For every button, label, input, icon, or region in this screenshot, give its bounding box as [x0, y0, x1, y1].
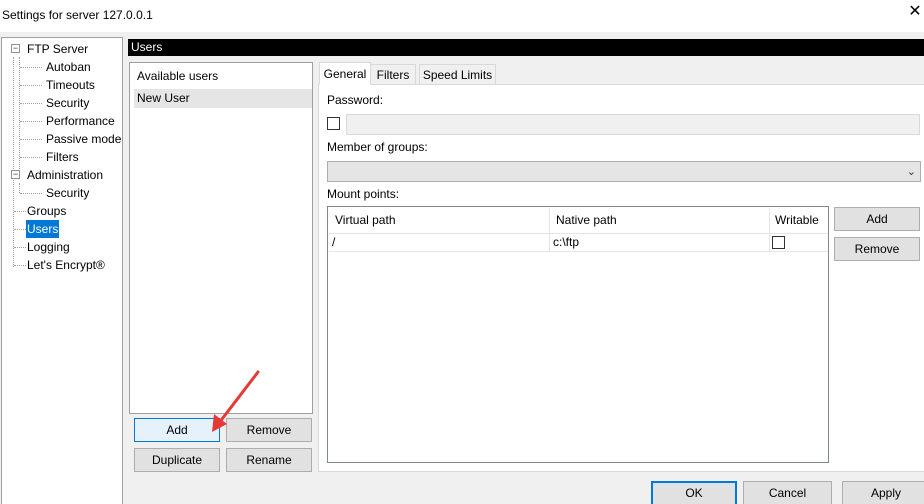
tree-connector	[14, 229, 26, 230]
tree-connector	[20, 193, 42, 194]
checkbox-icon[interactable]	[772, 236, 785, 249]
tree-connector	[20, 157, 42, 158]
users-list-header: Available users	[137, 69, 219, 83]
ok-button[interactable]: OK	[651, 481, 737, 504]
tree-item-lets-encrypt[interactable]: Let's Encrypt®	[26, 256, 106, 274]
remove-mount-button[interactable]: Remove	[834, 237, 920, 261]
tree-item-security[interactable]: Security	[45, 94, 90, 112]
add-user-button[interactable]: Add	[134, 418, 220, 442]
tree-item-timeouts[interactable]: Timeouts	[45, 76, 96, 94]
settings-tree: − FTP Server Autoban Timeouts Security P…	[1, 37, 123, 504]
groups-label: Member of groups:	[327, 140, 428, 154]
mount-points-table: Virtual path Native path Writable / c:\f…	[327, 206, 829, 463]
tree-connector	[20, 67, 42, 68]
remove-user-button[interactable]: Remove	[226, 418, 312, 442]
duplicate-user-button[interactable]: Duplicate	[134, 448, 220, 472]
add-mount-button[interactable]: Add	[834, 207, 920, 231]
tree-item-performance[interactable]: Performance	[45, 112, 116, 130]
cancel-button[interactable]: Cancel	[743, 481, 832, 504]
tree-connector	[19, 183, 20, 193]
tree-connector	[20, 139, 42, 140]
tree-connector	[20, 85, 42, 86]
tree-connector	[14, 211, 26, 212]
column-header-virtual-path[interactable]: Virtual path	[329, 208, 550, 234]
groups-dropdown[interactable]: ⌄	[327, 161, 921, 182]
chevron-down-icon: ⌄	[906, 166, 916, 178]
tab-general[interactable]: General	[319, 62, 371, 85]
tree-connector	[14, 247, 26, 248]
tab-speed-limits[interactable]: Speed Limits	[419, 64, 496, 85]
checkbox-icon[interactable]	[327, 117, 340, 130]
window-title: Settings for server 127.0.0.1	[2, 8, 153, 22]
password-label: Password:	[327, 93, 384, 107]
tree-connector	[20, 121, 42, 122]
mount-writable-cell	[770, 234, 828, 252]
tree-item-groups[interactable]: Groups	[26, 202, 67, 220]
tree-item-autoban[interactable]: Autoban	[45, 58, 92, 76]
tree-item-admin-security[interactable]: Security	[45, 184, 90, 202]
mount-points-label: Mount points:	[327, 187, 400, 201]
tree-connector	[13, 57, 14, 267]
collapse-icon[interactable]: −	[11, 44, 20, 53]
tree-item-administration[interactable]: Administration	[26, 166, 104, 184]
column-header-native-path[interactable]: Native path	[550, 208, 770, 234]
tree-item-users[interactable]: Users	[26, 220, 60, 238]
tree-item-logging[interactable]: Logging	[26, 238, 71, 256]
mount-virtual-path[interactable]: /	[329, 234, 550, 252]
column-header-writable[interactable]: Writable	[770, 208, 828, 234]
tree-item-ftp-server[interactable]: FTP Server	[26, 40, 89, 58]
mount-native-path[interactable]: c:\ftp	[550, 234, 770, 252]
rename-user-button[interactable]: Rename	[226, 448, 312, 472]
section-header: Users	[128, 39, 924, 56]
close-icon[interactable]: ✕	[908, 4, 922, 20]
tree-item-filters[interactable]: Filters	[45, 148, 80, 166]
tree-connector	[20, 103, 42, 104]
title-bar: Settings for server 127.0.0.1 ✕	[0, 0, 924, 32]
tree-connector	[14, 265, 26, 266]
apply-button[interactable]: Apply	[842, 481, 924, 504]
tab-filters[interactable]: Filters	[370, 64, 416, 85]
tree-item-passive-mode[interactable]: Passive mode	[45, 130, 122, 148]
collapse-icon[interactable]: −	[11, 170, 20, 179]
user-list-item[interactable]: New User	[134, 89, 312, 108]
users-list: Available users New User	[129, 62, 313, 414]
password-field[interactable]	[346, 114, 920, 135]
